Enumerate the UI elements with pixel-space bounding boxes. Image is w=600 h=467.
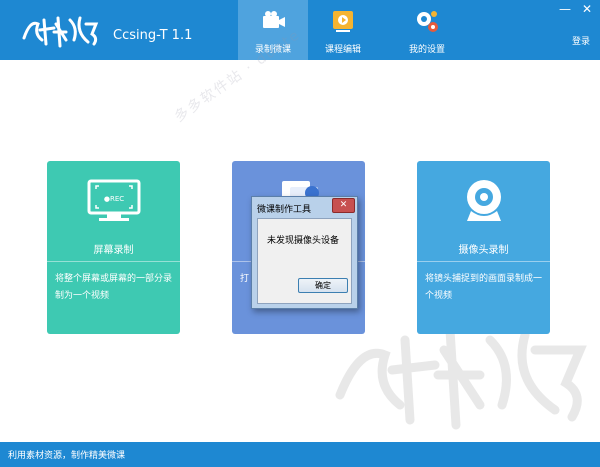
course-edit-icon [333,11,353,32]
dialog-close-button[interactable]: ✕ [332,198,355,213]
tab-my-settings-label: 我的设置 [408,45,445,55]
card-divider [47,261,180,262]
dialog-message: 未发现摄像头设备 [267,236,340,246]
app-title: Ccsing-T 1.1 [113,28,193,43]
dialog-body: 未发现摄像头设备 确定 [257,218,352,304]
minimize-button[interactable]: — [558,2,572,16]
status-footer: 利用素材资源，制作精美微课 [0,442,600,467]
footer-slogan: 利用素材资源，制作精美微课 [8,451,126,461]
dialog-title: 微课制作工具 [257,205,312,215]
screen-record-desc: 将整个屏幕或屏幕的一部分录制为一个视频 [55,274,173,301]
screen-record-card[interactable]: ●REC 屏幕录制 将整个屏幕或屏幕的一部分录制为一个视频 [47,161,180,334]
settings-gears-icon [417,11,438,32]
alert-dialog: 微课制作工具 ✕ 未发现摄像头设备 确定 [251,196,358,309]
screen-rec-icon: ●REC [87,179,141,221]
svg-text:●REC: ●REC [104,195,124,203]
close-button[interactable]: ✕ [580,2,594,16]
app-logo [22,16,99,48]
webcam-icon [467,180,501,221]
login-link[interactable]: 登录 [572,34,590,47]
webcam-record-card[interactable]: 摄像头录制 将镜头捕捉到的画面录制成一个视频 [417,161,550,334]
tab-course-edit-label: 课程编辑 [324,45,361,55]
tab-course-edit[interactable]: 课程编辑 [308,0,378,60]
webcam-record-desc: 将镜头捕捉到的画面录制成一个视频 [425,274,543,301]
screen-record-title: 屏幕录制 [93,245,134,256]
card-divider [417,261,550,262]
top-bar: Ccsing-T 1.1 录制微课 课程编辑 我的设置 — ✕ 登录 [0,0,600,60]
webcam-record-title: 摄像头录制 [458,245,509,256]
tab-my-settings[interactable]: 我的设置 [392,0,462,60]
dialog-ok-button[interactable]: 确定 [298,278,348,293]
dialog-titlebar[interactable]: 微课制作工具 ✕ [252,197,357,217]
